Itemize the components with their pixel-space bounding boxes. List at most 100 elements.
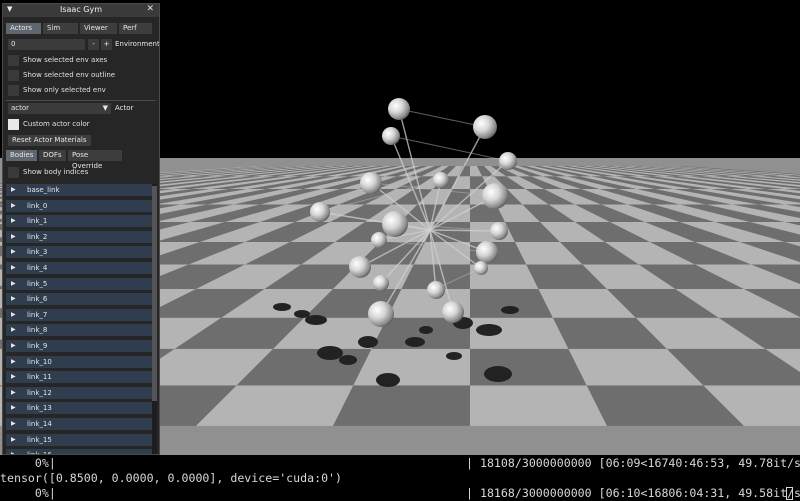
expand-arrow-icon[interactable]: ▶	[11, 420, 16, 427]
scrollbar-thumb[interactable]	[152, 186, 157, 401]
body-item-label: link_14	[27, 420, 52, 428]
expand-arrow-icon[interactable]: ▶	[11, 358, 16, 365]
expand-arrow-icon[interactable]: ▶	[11, 373, 16, 380]
body-item-label: link_8	[27, 326, 48, 335]
expand-arrow-icon[interactable]: ▶	[11, 436, 16, 443]
body-item-label: link_0	[27, 201, 48, 210]
body-item-label: link_10	[27, 357, 52, 366]
expand-arrow-icon[interactable]: ▶	[11, 217, 16, 224]
tab-viewer[interactable]: Viewer	[80, 23, 117, 34]
checkbox-label: Show only selected env	[23, 86, 106, 94]
terminal-line: tensor([0.8500, 0.0000, 0.0000], device=…	[0, 471, 343, 485]
body-item-link-13[interactable]: ▶ link_13	[6, 402, 153, 415]
body-item-link-10[interactable]: ▶ link_10	[6, 355, 153, 368]
body-item-link-15[interactable]: ▶ link_15	[6, 433, 153, 446]
sphere-shadow	[501, 306, 519, 314]
actor-select-row: actor ▼ Actor	[8, 103, 158, 114]
body-item-link-1[interactable]: ▶ link_1	[6, 215, 153, 228]
body-item-label: link_12	[27, 388, 52, 397]
body-item-label: link_9	[27, 342, 48, 350]
expand-arrow-icon[interactable]: ▶	[11, 389, 16, 396]
expand-arrow-icon[interactable]: ▶	[11, 326, 16, 333]
joint-sphere	[371, 232, 387, 248]
sphere-shadow	[446, 352, 462, 360]
tab-actors[interactable]: Actors	[6, 23, 41, 34]
checkbox-label: Custom actor color	[23, 120, 90, 128]
actor-dropdown[interactable]: actor ▼	[8, 103, 111, 114]
floor-tile	[333, 385, 470, 426]
joint-sphere	[433, 172, 449, 188]
joint-sphere	[368, 301, 394, 327]
expand-arrow-icon[interactable]: ▶	[11, 202, 16, 209]
close-icon[interactable]: ✕	[146, 4, 154, 14]
body-item-label: base_link	[27, 186, 60, 194]
body-item-label: link_6	[27, 295, 48, 304]
chevron-down-icon: ▼	[102, 104, 108, 112]
body-item-base-link[interactable]: ▶ base_link	[6, 184, 153, 196]
sphere-shadow	[305, 315, 327, 325]
checkbox-box[interactable]	[8, 70, 19, 81]
env-decrement-button[interactable]: -	[88, 39, 99, 50]
body-item-link-9[interactable]: ▶ link_9	[6, 340, 153, 352]
panel-titlebar[interactable]: ▼ Isaac Gym ✕	[3, 4, 159, 17]
actor-label: Actor	[115, 104, 134, 112]
expand-arrow-icon[interactable]: ▶	[11, 311, 16, 318]
reset-actor-materials-button[interactable]: Reset Actor Materials	[8, 135, 91, 146]
joint-sphere	[482, 183, 508, 209]
body-item-label: link_11	[27, 373, 52, 382]
terminal-line: 0%|	[0, 456, 56, 470]
terminal-progress: | 18108/3000000000 [06:09<16740:46:53, 4…	[466, 456, 800, 470]
body-list-scrollbar[interactable]	[152, 184, 157, 454]
body-item-link-14[interactable]: ▶ link_14	[6, 418, 153, 430]
tab-sim[interactable]: Sim	[43, 23, 78, 34]
body-item-label: link_5	[27, 279, 48, 288]
joint-sphere	[427, 281, 445, 299]
expand-arrow-icon[interactable]: ▶	[11, 404, 16, 411]
body-item-link-8[interactable]: ▶ link_8	[6, 324, 153, 337]
body-item-link-7[interactable]: ▶ link_7	[6, 308, 153, 321]
joint-sphere	[382, 127, 400, 145]
env-index-input[interactable]: 0	[8, 39, 85, 50]
expand-arrow-icon[interactable]: ▶	[11, 233, 16, 240]
checkbox-label: Show body indices	[23, 168, 89, 176]
tab-bodies[interactable]: Bodies	[6, 150, 37, 161]
joint-sphere	[388, 98, 410, 120]
body-item-link-11[interactable]: ▶ link_11	[6, 371, 153, 384]
tab-dofs[interactable]: DOFs	[39, 150, 66, 161]
sphere-shadow	[273, 303, 291, 311]
body-item-link-4[interactable]: ▶ link_4	[6, 262, 153, 274]
joint-sphere	[499, 152, 517, 170]
joint-sphere	[476, 241, 498, 263]
checkbox-box[interactable]	[8, 55, 19, 66]
tab-pose-override[interactable]: Pose Override	[68, 150, 122, 170]
checkbox-box[interactable]	[8, 167, 19, 178]
body-item-link-0[interactable]: ▶ link_0	[6, 199, 153, 212]
body-item-link-6[interactable]: ▶ link_6	[6, 293, 153, 306]
expand-arrow-icon[interactable]: ▶	[11, 295, 16, 302]
joint-sphere	[490, 222, 508, 240]
checkbox-box[interactable]	[8, 119, 19, 130]
terminal-output: 0%| | 18108/3000000000 [06:09<16740:46:5…	[0, 455, 800, 501]
sphere-shadow	[419, 326, 433, 334]
floor-tile	[470, 348, 587, 386]
joint-sphere	[382, 211, 408, 237]
sphere-shadow	[358, 336, 378, 348]
main-tabs: Actors Sim Viewer Perf	[6, 23, 152, 34]
body-item-label: link_13	[27, 404, 52, 413]
body-item-link-3[interactable]: ▶ link_3	[6, 246, 153, 259]
tab-perf[interactable]: Perf	[119, 23, 152, 34]
checkbox-box[interactable]	[8, 85, 19, 96]
sphere-shadow	[294, 310, 310, 318]
body-item-link-5[interactable]: ▶ link_5	[6, 277, 153, 290]
sphere-shadow	[317, 346, 343, 360]
body-item-label: link_1	[27, 217, 48, 226]
expand-arrow-icon[interactable]: ▶	[11, 264, 16, 271]
body-item-link-2[interactable]: ▶ link_2	[6, 230, 153, 243]
expand-arrow-icon[interactable]: ▶	[11, 186, 16, 193]
body-item-link-12[interactable]: ▶ link_12	[6, 386, 153, 399]
expand-arrow-icon[interactable]: ▶	[11, 248, 16, 255]
expand-arrow-icon[interactable]: ▶	[11, 342, 16, 349]
checkbox-label: Show selected env axes	[23, 56, 108, 64]
expand-arrow-icon[interactable]: ▶	[11, 280, 16, 287]
env-increment-button[interactable]: +	[101, 39, 112, 50]
